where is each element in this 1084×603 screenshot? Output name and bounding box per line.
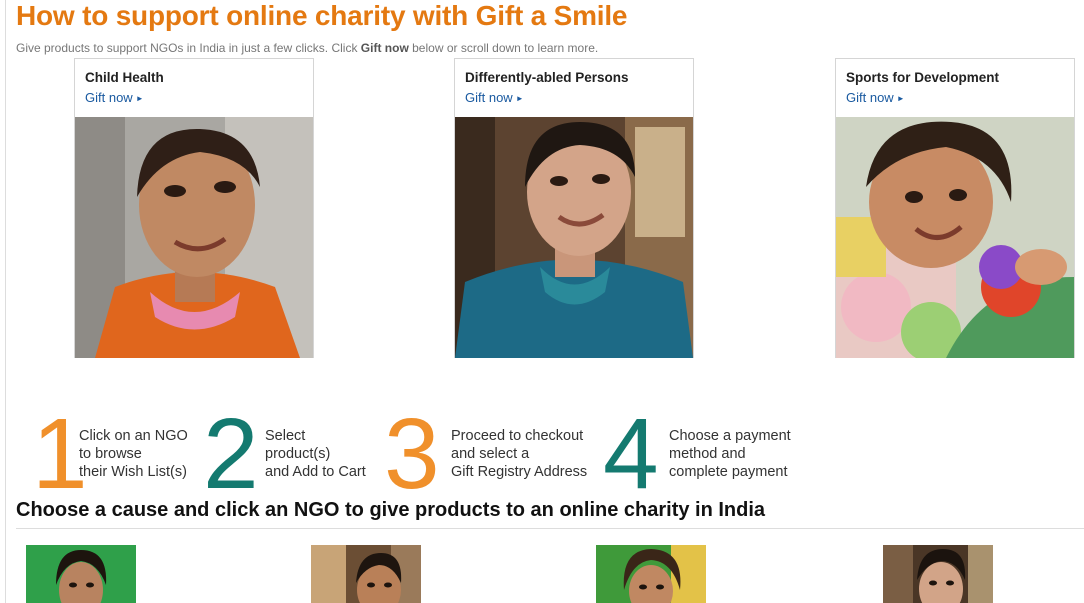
caret-right-icon: ► bbox=[896, 94, 905, 103]
child-health-photo[interactable] bbox=[75, 117, 313, 358]
subtitle-gift-now: Gift now bbox=[360, 41, 409, 55]
differently-abled-photo[interactable] bbox=[455, 117, 693, 358]
subtitle-text-end: below or scroll down to learn more. bbox=[408, 41, 599, 55]
gift-now-link[interactable]: Gift now ► bbox=[846, 90, 905, 105]
step-2-text: Select product(s) and Add to Cart bbox=[265, 428, 366, 480]
page-subtitle: Give products to support NGOs in India i… bbox=[16, 41, 598, 55]
caret-right-icon: ► bbox=[135, 94, 144, 103]
cause-card-differently-abled: Differently-abled Persons Gift now ► bbox=[454, 58, 694, 358]
sports-photo[interactable] bbox=[836, 117, 1074, 358]
section-title: Choose a cause and click an NGO to give … bbox=[16, 499, 766, 521]
cause-card-child-health: Child Health Gift now ► bbox=[74, 58, 314, 358]
step-3-number: 3 bbox=[384, 398, 440, 510]
page-left-border bbox=[5, 0, 6, 603]
step-1-text: Click on an NGO to browse their Wish Lis… bbox=[79, 428, 188, 480]
ngo-thumbnail-1[interactable] bbox=[26, 545, 136, 603]
step-4-number: 4 bbox=[603, 398, 659, 510]
ngo-thumbnail-2[interactable] bbox=[311, 545, 421, 603]
gift-now-link[interactable]: Gift now ► bbox=[465, 90, 524, 105]
caret-right-icon: ► bbox=[515, 94, 524, 103]
gift-now-label: Gift now bbox=[846, 90, 894, 105]
step-4-text: Choose a payment method and complete pay… bbox=[669, 428, 791, 480]
gift-now-label: Gift now bbox=[85, 90, 133, 105]
cause-title: Sports for Development bbox=[846, 70, 1000, 85]
cause-title: Differently-abled Persons bbox=[465, 70, 629, 85]
ngo-thumbnail-4[interactable] bbox=[883, 545, 993, 603]
gift-now-link[interactable]: Gift now ► bbox=[85, 90, 144, 105]
ngo-thumbnail-3[interactable] bbox=[596, 545, 706, 603]
cause-card-sports: Sports for Development Gift now ► bbox=[835, 58, 1075, 358]
cause-title: Child Health bbox=[85, 70, 164, 85]
page-title: How to support online charity with Gift … bbox=[16, 0, 628, 31]
step-3-text: Proceed to checkout and select a Gift Re… bbox=[451, 428, 588, 480]
gift-now-label: Gift now bbox=[465, 90, 513, 105]
step-2-number: 2 bbox=[203, 398, 259, 510]
section-divider bbox=[16, 528, 1084, 529]
subtitle-text-start: Give products to support NGOs in India i… bbox=[16, 41, 361, 55]
